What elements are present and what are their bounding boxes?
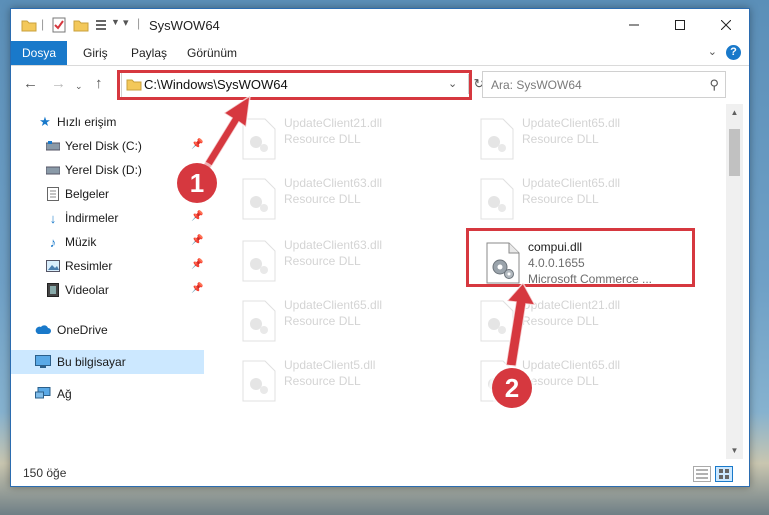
step-1-badge: 1 xyxy=(177,163,217,203)
arrow-2 xyxy=(505,281,537,368)
annotation-arrows xyxy=(198,94,537,368)
step-2-badge: 2 xyxy=(492,368,532,408)
arrow-1 xyxy=(198,94,251,176)
